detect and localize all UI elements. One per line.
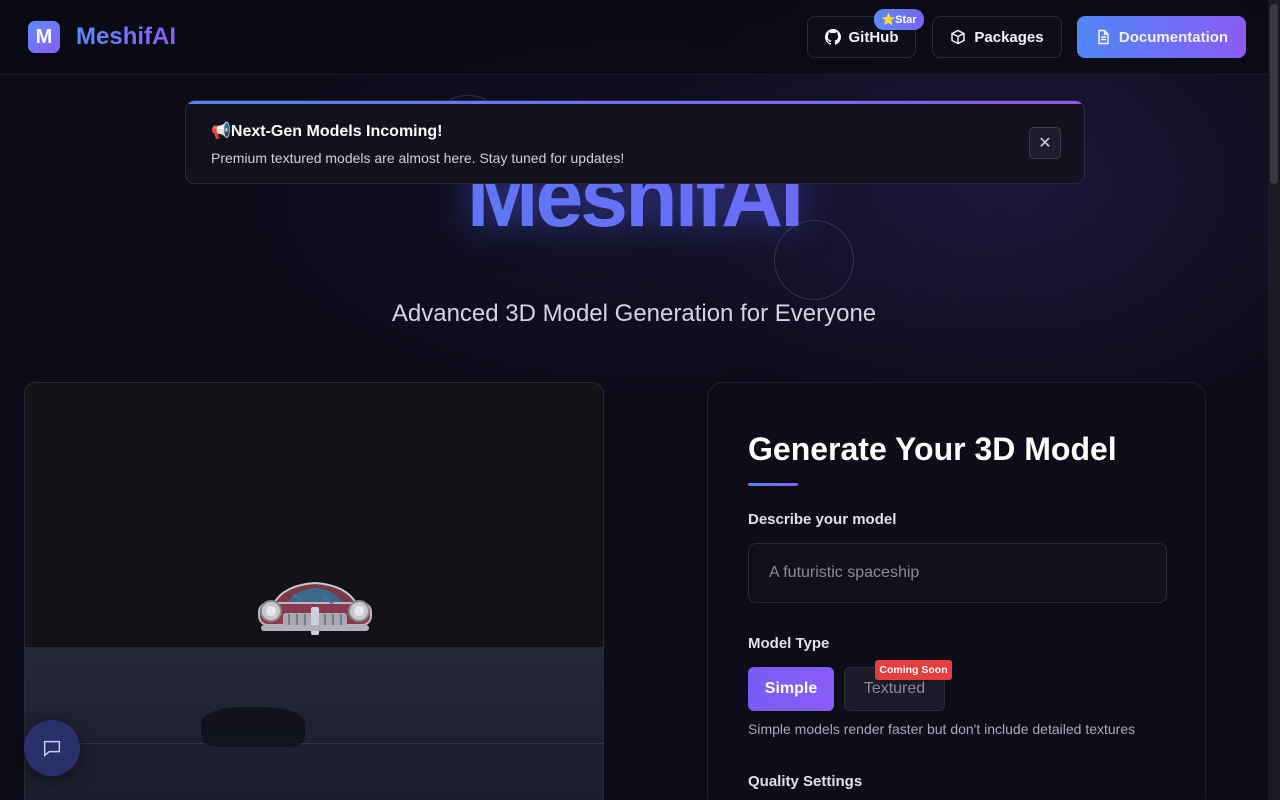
model-shadow <box>201 707 305 747</box>
package-icon <box>951 29 966 45</box>
coming-soon-badge: Coming Soon <box>875 660 952 680</box>
generate-form-card: Generate Your 3D Model Describe your mod… <box>707 382 1206 800</box>
model-viewer[interactable] <box>24 382 604 800</box>
model-type-hint: Simple models render faster but don't in… <box>748 721 1136 737</box>
scrollbar-thumb[interactable] <box>1270 4 1278 184</box>
form-title: Generate Your 3D Model <box>748 431 1117 467</box>
banner-text: Premium textured models are almost here.… <box>211 150 625 166</box>
model-description-input[interactable] <box>748 543 1167 603</box>
megaphone-icon: 📢 <box>211 123 231 140</box>
logo-icon[interactable]: M <box>28 21 60 53</box>
hero-subtitle: Advanced 3D Model Generation for Everyon… <box>391 300 877 327</box>
document-icon <box>1098 29 1109 45</box>
model-type-label: Model Type <box>748 635 830 652</box>
close-icon[interactable]: ✕ <box>1029 127 1061 159</box>
car-model[interactable] <box>253 579 377 643</box>
announcement-banner: 📢Next-Gen Models Incoming! Premium textu… <box>185 100 1085 184</box>
packages-button[interactable]: Packages <box>932 16 1062 58</box>
star-badge[interactable]: ⭐Star <box>874 9 924 30</box>
brand-name[interactable]: MeshifAI <box>76 23 176 51</box>
packages-label: Packages <box>974 28 1044 46</box>
top-navbar: M MeshifAI GitHub ⭐Star Packages Documen… <box>0 0 1268 75</box>
documentation-label: Documentation <box>1118 28 1229 46</box>
chat-icon <box>43 740 61 757</box>
banner-title: 📢Next-Gen Models Incoming! <box>211 121 443 141</box>
github-icon <box>824 29 841 45</box>
github-label: GitHub <box>848 28 899 46</box>
viewer-floor <box>25 647 603 800</box>
quality-settings-label: Quality Settings <box>748 773 863 790</box>
describe-label: Describe your model <box>748 511 897 528</box>
simple-option[interactable]: Simple <box>748 667 834 711</box>
page-scrollbar[interactable] <box>1268 0 1280 800</box>
banner-title-text: Next-Gen Models Incoming! <box>230 123 443 140</box>
title-underline <box>748 483 798 486</box>
documentation-button[interactable]: Documentation <box>1077 16 1246 58</box>
chat-button[interactable] <box>24 720 80 776</box>
